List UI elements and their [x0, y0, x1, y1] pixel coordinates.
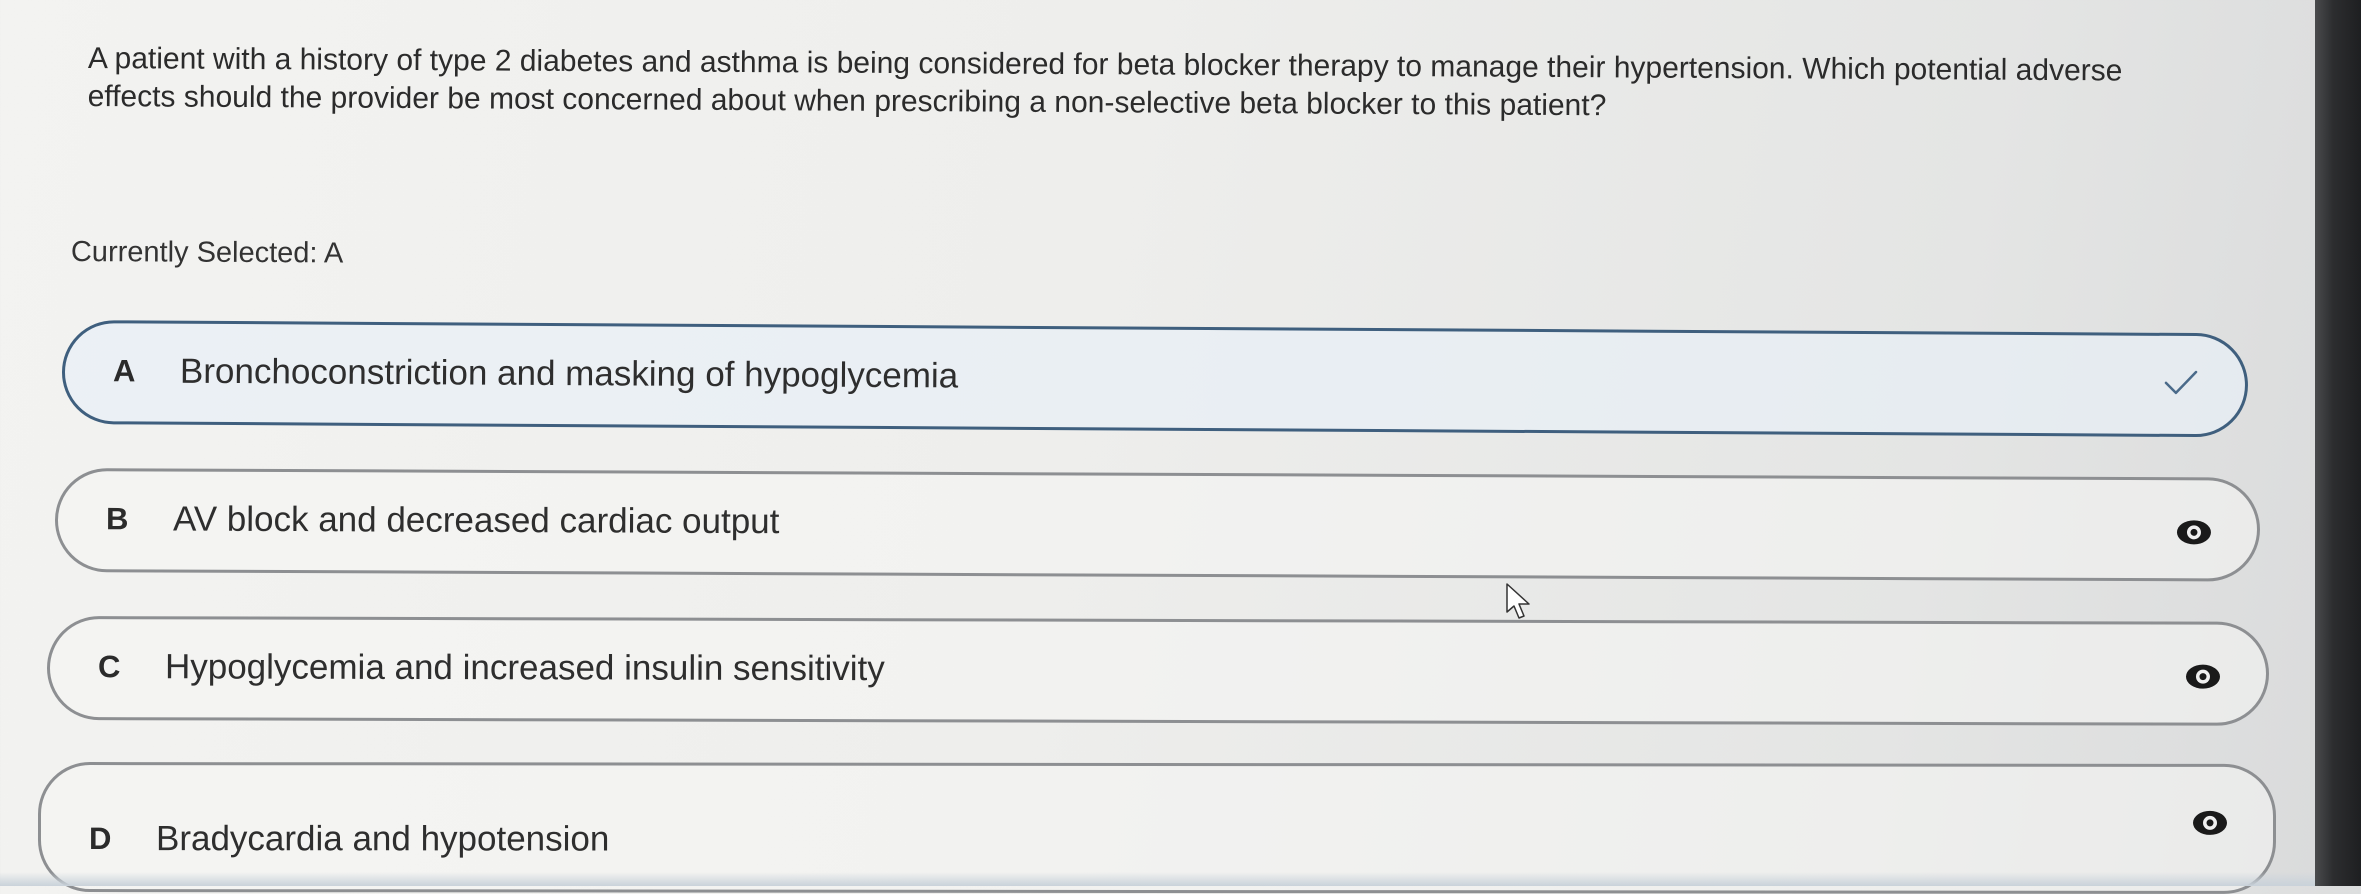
option-letter: D: [88, 821, 112, 857]
eye-icon[interactable]: [2191, 809, 2229, 837]
option-text: Bradycardia and hypotension: [155, 819, 610, 859]
option-letter: B: [105, 501, 129, 537]
answer-option-c[interactable]: C Hypoglycemia and increased insulin sen…: [46, 616, 2270, 726]
option-letter: A: [112, 353, 136, 389]
eye-icon[interactable]: [2175, 518, 2213, 546]
option-letter: C: [97, 649, 121, 685]
answer-option-a[interactable]: A Bronchoconstriction and masking of hyp…: [61, 320, 2249, 438]
currently-selected-label: Currently Selected: A: [70, 236, 344, 270]
monitor-bezel: [2315, 0, 2361, 886]
screen-bottom-edge: [0, 872, 2315, 886]
option-text: AV block and decreased cardiac output: [172, 499, 780, 542]
answer-option-b[interactable]: B AV block and decreased cardiac output: [54, 468, 2261, 582]
question-text: A patient with a history of type 2 diabe…: [87, 41, 2123, 123]
mouse-pointer-icon: [1506, 583, 1530, 619]
option-text: Bronchoconstriction and masking of hypog…: [179, 351, 959, 396]
option-text: Hypoglycemia and increased insulin sensi…: [164, 647, 885, 689]
eye-icon[interactable]: [2184, 663, 2222, 691]
check-icon: [2164, 370, 2198, 395]
